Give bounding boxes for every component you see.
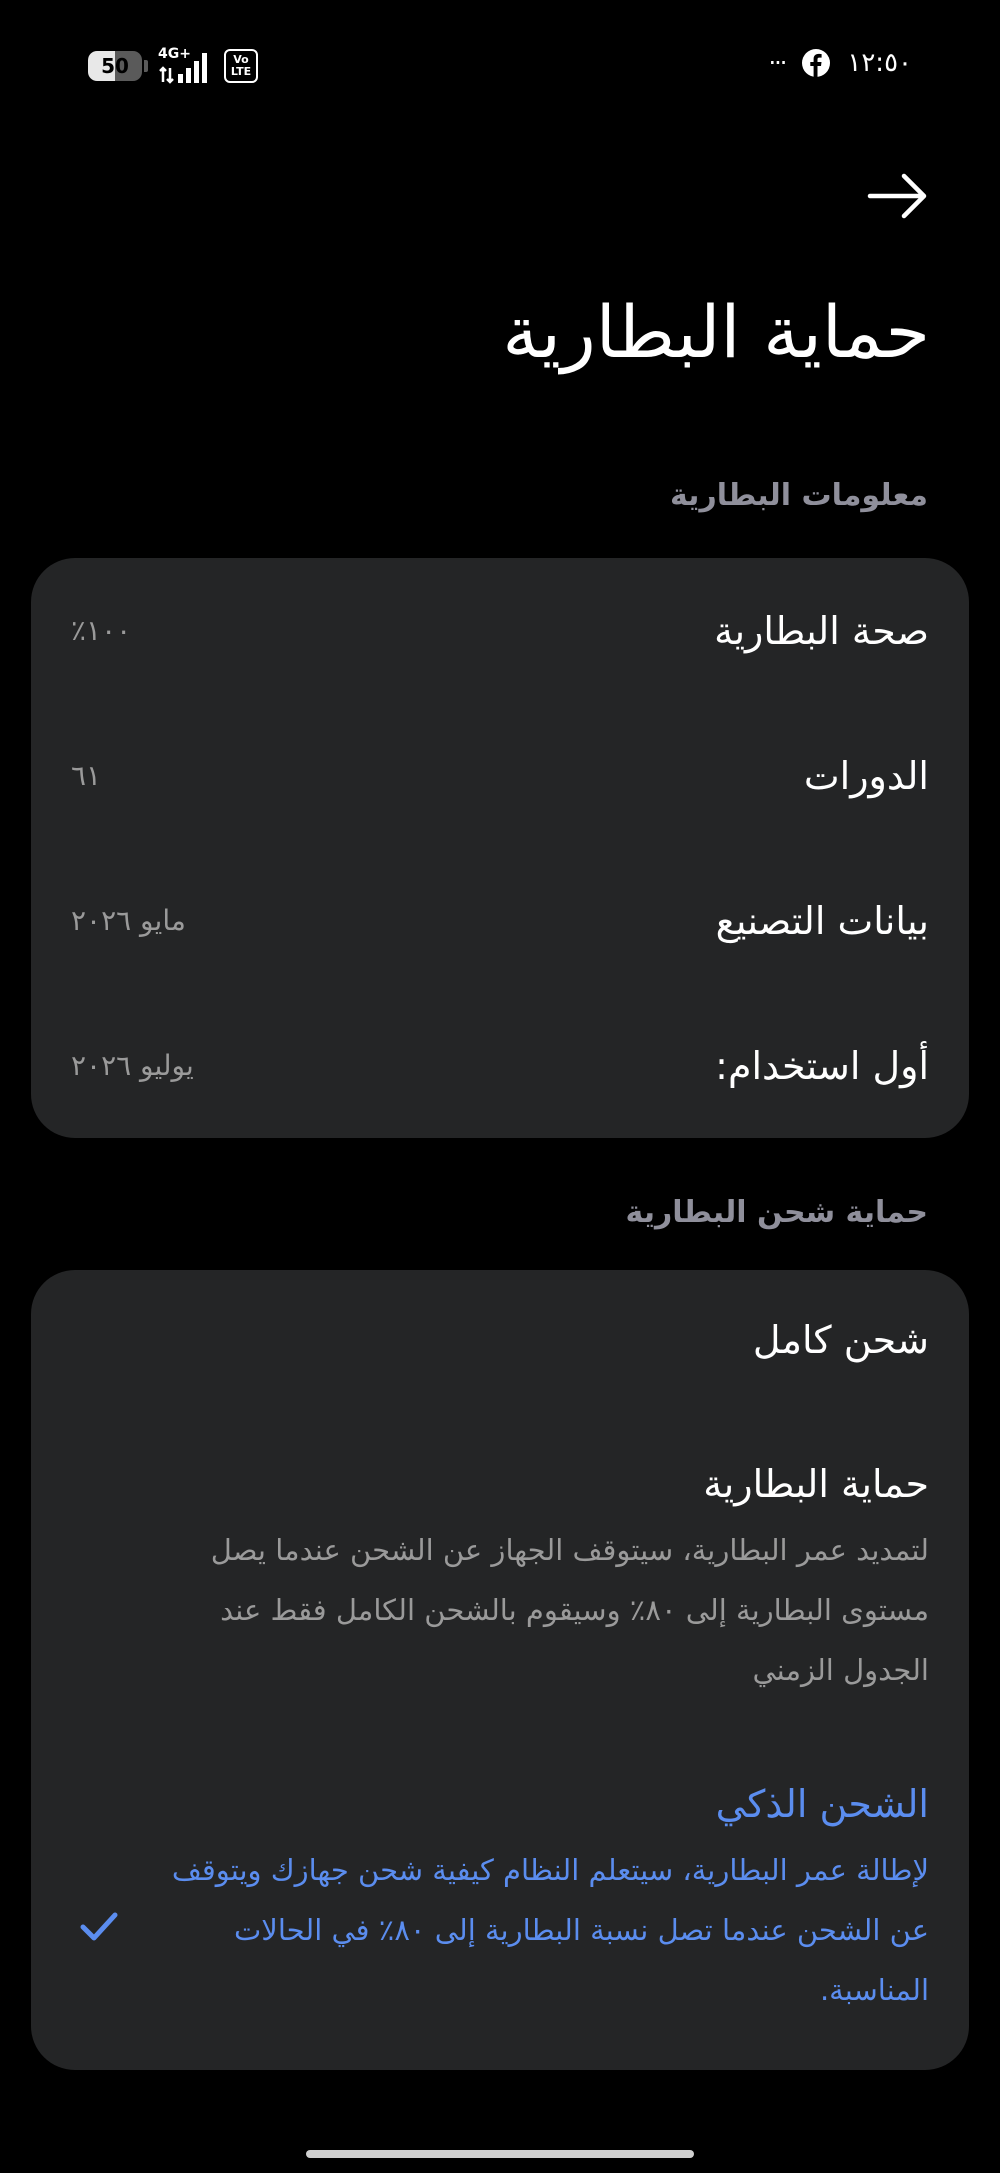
option-description: لإطالة عمر البطارية، سيتعلم النظام كيفية… xyxy=(171,1853,929,2007)
battery-info-card: صحة البطارية ١٠٠٪ الدورات ٦١ بيانات التص… xyxy=(31,558,969,1138)
option-title: الشحن الذكي xyxy=(715,1782,929,1826)
checkmark-icon xyxy=(80,1912,118,1941)
info-value: مايو ٢٠٢٦ xyxy=(71,904,186,937)
option-title: شحن كامل xyxy=(752,1318,929,1362)
battery-tip xyxy=(144,60,148,72)
info-value: ١٠٠٪ xyxy=(71,614,132,647)
info-label: بيانات التصنيع xyxy=(715,898,929,943)
battery-icon: 50 xyxy=(88,51,142,81)
option-battery-protection[interactable]: حماية البطارية لتمديد عمر البطارية، سيتو… xyxy=(31,1462,969,1700)
charging-protection-card: شحن كامل حماية البطارية لتمديد عمر البطا… xyxy=(31,1270,969,2070)
option-title: حماية البطارية xyxy=(703,1462,929,1506)
option-smart-charging[interactable]: الشحن الذكي لإطالة عمر البطارية، سيتعلم … xyxy=(31,1782,969,2020)
info-row-health: صحة البطارية ١٠٠٪ xyxy=(31,558,969,703)
info-label: أول استخدام: xyxy=(715,1043,929,1088)
volte-icon: Vo LTE xyxy=(224,49,258,83)
volte-bottom: LTE xyxy=(230,65,252,78)
more-icon: ··· xyxy=(768,49,787,77)
section-header-charging-protection: حماية شحن البطارية xyxy=(625,1195,928,1230)
arrow-right-icon xyxy=(867,173,927,219)
facebook-icon xyxy=(802,49,831,77)
status-bar-left: 50 4G+ Vo LTE xyxy=(88,46,258,84)
info-row-manufacture-date: بيانات التصنيع مايو ٢٠٢٦ xyxy=(31,848,969,993)
signal-icon: 4G+ xyxy=(158,46,214,84)
status-bar-right: ··· ١٢:٥٠ xyxy=(768,48,912,78)
info-value: يوليو ٢٠٢٦ xyxy=(71,1049,194,1082)
page-title: حماية البطارية xyxy=(502,290,930,374)
section-header-battery-info: معلومات البطارية xyxy=(669,478,928,513)
back-button[interactable] xyxy=(862,160,934,232)
clock: ١٢:٥٠ xyxy=(847,48,912,78)
info-row-first-use: أول استخدام: يوليو ٢٠٢٦ xyxy=(31,993,969,1138)
info-label: الدورات xyxy=(803,753,929,798)
home-indicator[interactable] xyxy=(306,2150,694,2158)
option-description: لتمديد عمر البطارية، سيتوقف الجهاز عن ال… xyxy=(210,1533,929,1687)
status-bar: 50 4G+ Vo LTE ··· ١٢:٥٠ xyxy=(0,46,1000,92)
option-full-charge[interactable]: شحن كامل xyxy=(31,1318,969,1362)
battery-level: 50 xyxy=(101,54,129,78)
info-row-cycles: الدورات ٦١ xyxy=(31,703,969,848)
info-value: ٦١ xyxy=(71,759,102,792)
info-label: صحة البطارية xyxy=(714,608,929,653)
